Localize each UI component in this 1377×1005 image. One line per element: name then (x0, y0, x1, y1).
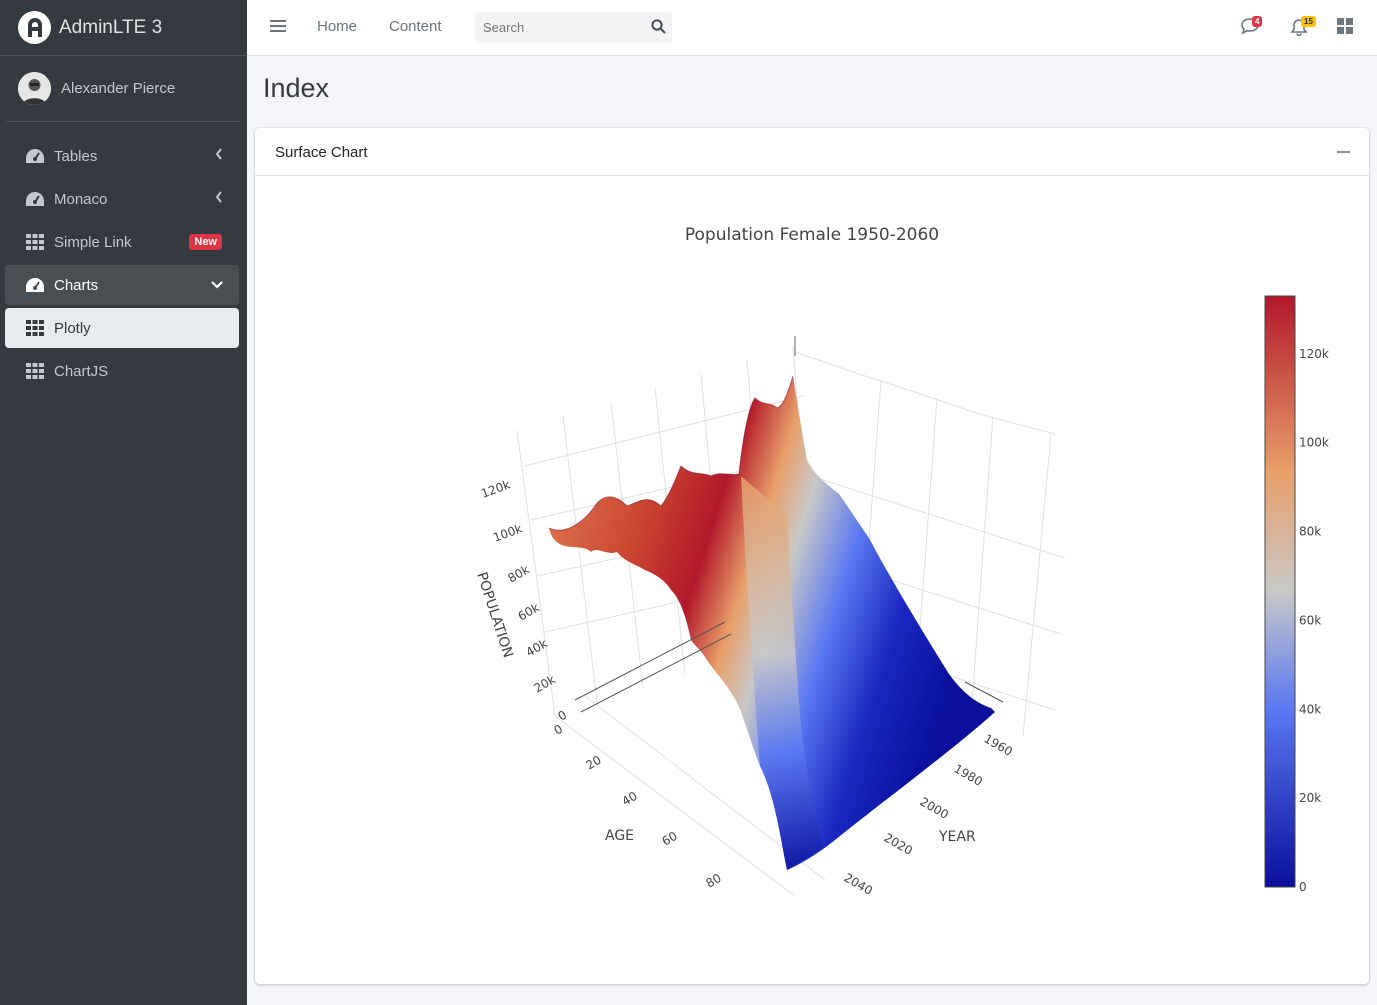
card-title: Surface Chart (275, 144, 368, 161)
apps-grid-icon[interactable] (1337, 18, 1353, 39)
user-panel[interactable]: Alexander Pierce (6, 56, 239, 122)
collapse-minus-icon[interactable] (1337, 151, 1350, 153)
sidebar-item-plotly[interactable]: Plotly (5, 308, 239, 348)
nav-link-home[interactable]: Home (317, 18, 357, 35)
colorbar: 0 20k 40k 60k 80k 100k 120k (1264, 295, 1329, 894)
colorbar-tick-label: 0 (1299, 880, 1307, 894)
x-tick-label: 80 (704, 871, 724, 891)
search-icon[interactable] (651, 19, 666, 39)
y-tick-label: 1980 (952, 761, 985, 788)
brand-text: AdminLTE 3 (59, 16, 163, 38)
z-tick-label: 20k (532, 672, 558, 695)
surface-plot (548, 336, 995, 870)
messages-count-badge: 4 (1252, 16, 1263, 27)
surface-chart-card: Surface Chart Population Female 1950-206… (255, 128, 1369, 984)
x-axis-title: AGE (605, 828, 634, 844)
page-title: Index (263, 73, 330, 103)
notifications-bell-icon[interactable]: 15 (1290, 16, 1316, 41)
user-name: Alexander Pierce (61, 80, 176, 97)
sidebar-item-label: Tables (54, 147, 98, 165)
colorbar-tick-label: 80k (1299, 525, 1321, 539)
chevron-left-icon (215, 190, 223, 207)
z-tick-label: 60k (516, 600, 542, 623)
colorbar-tick-label: 40k (1299, 702, 1321, 716)
sidebar-item-label: Plotly (54, 319, 91, 337)
main-sidebar: AdminLTE 3 Alexander Pierce Tables Monac… (0, 0, 247, 1005)
x-tick-label: 60 (660, 829, 680, 849)
colorbar-tick-label: 120k (1299, 347, 1329, 361)
sidebar-item-monaco[interactable]: Monaco (5, 179, 239, 219)
surface-chart[interactable]: Population Female 1950-2060 0 20k 40k 60… (255, 176, 1369, 982)
messages-icon[interactable]: 4 (1240, 16, 1263, 41)
chevron-down-icon (211, 276, 223, 293)
nav-link-content[interactable]: Content (389, 18, 442, 35)
chevron-left-icon (215, 147, 223, 164)
sidebar-item-chartjs[interactable]: ChartJS (5, 351, 239, 391)
sidebar-item-charts[interactable]: Charts (5, 265, 239, 305)
chart-title: Population Female 1950-2060 (685, 225, 939, 245)
user-avatar (18, 72, 51, 105)
grid-icon (25, 319, 45, 337)
y-tick-label: 2040 (842, 870, 875, 897)
sidebar-item-label: ChartJS (54, 362, 109, 380)
z-tick-label: 80k (506, 562, 532, 585)
grid-icon (25, 362, 45, 380)
notifications-count-badge: 15 (1301, 16, 1316, 27)
sidebar-item-label: Simple Link (54, 233, 132, 251)
sidebar-item-label: Monaco (54, 190, 108, 208)
colorbar-tick-label: 100k (1299, 436, 1329, 450)
y-tick-label: 2000 (918, 794, 951, 821)
y-tick-label: 2020 (882, 830, 915, 857)
top-navbar: Home Content 4 15 (247, 0, 1377, 56)
sidebar-nav: Tables Monaco Simple Link New Charts Plo… (0, 136, 247, 391)
colorbar-tick-label: 20k (1299, 791, 1321, 805)
y-tick-label: 1960 (982, 731, 1015, 758)
tachometer-icon (25, 147, 45, 165)
x-tick-label: 20 (584, 753, 604, 773)
card-header: Surface Chart (255, 128, 1369, 176)
x-axis: 0 20 40 60 80 AGE (552, 722, 724, 891)
grid-icon (25, 233, 45, 251)
x-tick-label: 40 (620, 789, 640, 809)
sidebar-item-tables[interactable]: Tables (5, 136, 239, 176)
menu-toggle-icon[interactable] (270, 19, 286, 38)
brand-logo-icon (18, 11, 51, 44)
search-form (475, 12, 672, 43)
z-tick-label: 40k (524, 636, 550, 659)
z-axis-title: POPULATION (473, 570, 516, 660)
y-axis-title: YEAR (938, 829, 976, 845)
z-tick-label: 100k (491, 521, 524, 544)
x-tick-label: 0 (552, 722, 566, 738)
tachometer-icon (25, 190, 45, 208)
brand-link[interactable]: AdminLTE 3 (0, 0, 247, 56)
sidebar-item-simple-link[interactable]: Simple Link New (5, 222, 239, 262)
z-tick-label: 120k (479, 477, 512, 500)
colorbar-scale (1264, 295, 1296, 888)
new-badge: New (189, 234, 222, 250)
search-input[interactable] (475, 12, 635, 43)
tachometer-icon (25, 276, 45, 294)
colorbar-tick-label: 60k (1299, 613, 1321, 627)
sidebar-item-label: Charts (54, 276, 99, 294)
